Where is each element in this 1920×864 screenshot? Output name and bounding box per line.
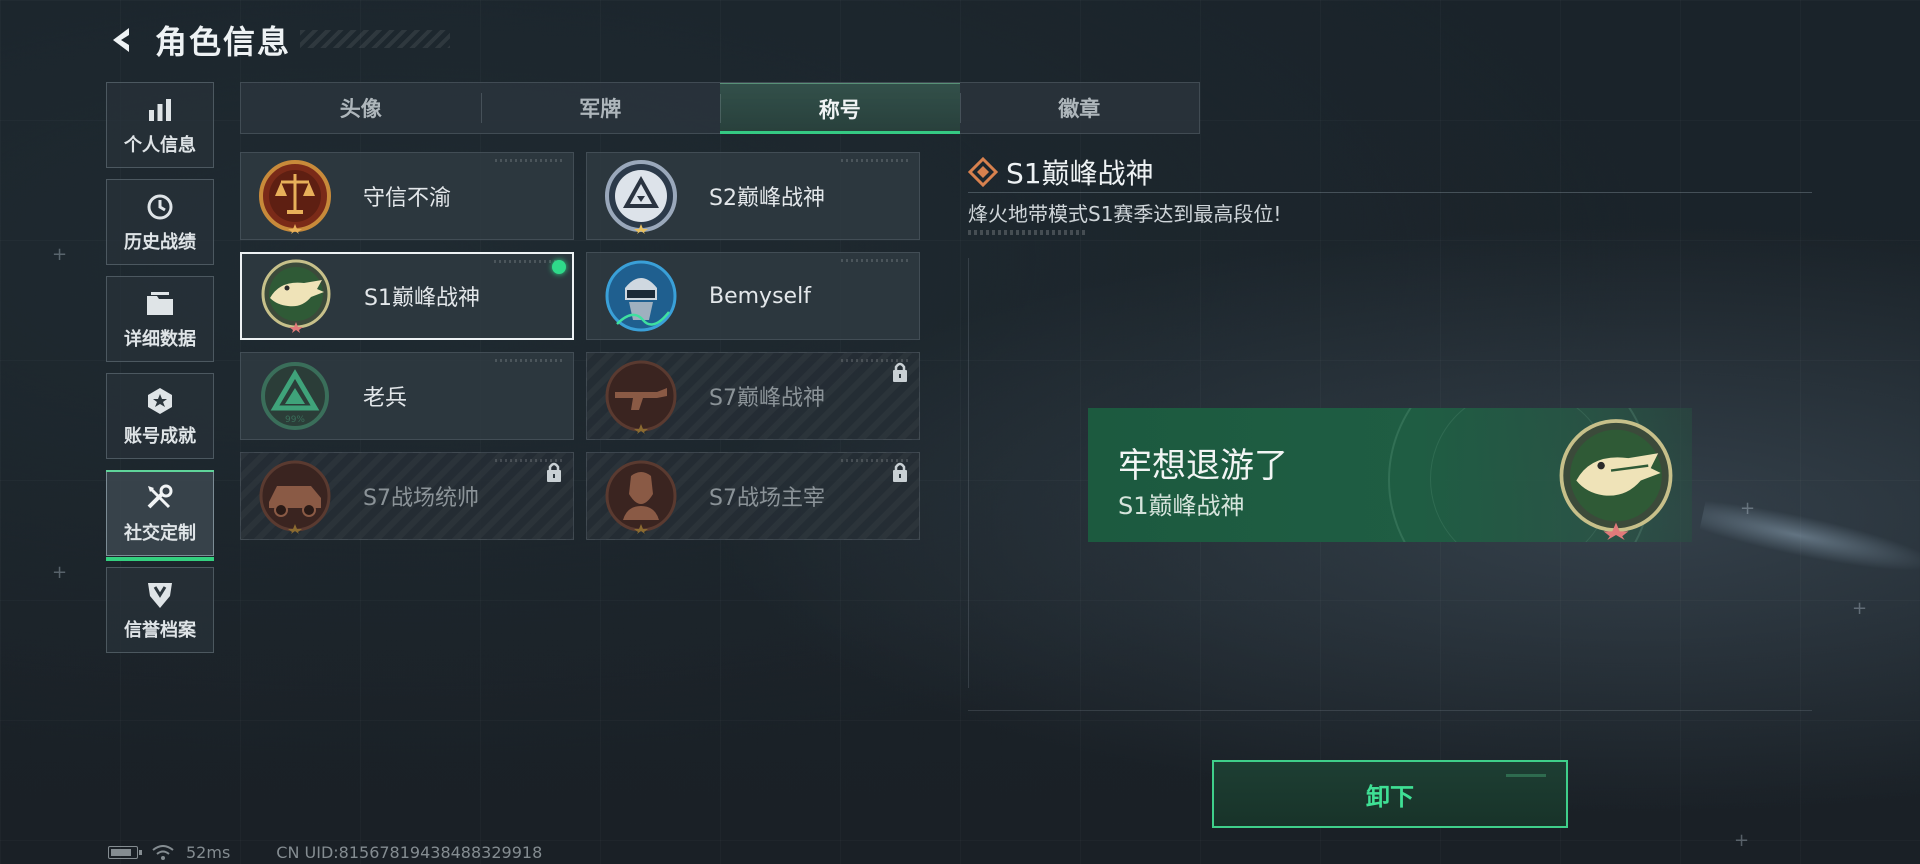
- status-bar: 52ms CN UID:8156781943848832991​8: [108, 843, 542, 862]
- page-header: 角色信息: [105, 18, 291, 62]
- title-card[interactable]: S7战场统帅: [240, 452, 574, 540]
- scales-emblem: [257, 158, 333, 234]
- sidebar-item-label: 个人信息: [124, 135, 196, 156]
- crocodile-emblem: [1559, 419, 1673, 540]
- title-card-label: S1巅峰战神: [364, 286, 480, 311]
- title-card-label: 老兵: [363, 386, 408, 411]
- detail-decoration: [968, 230, 1088, 235]
- card-decoration: [841, 259, 911, 262]
- button-decoration: [1506, 774, 1546, 777]
- card-decoration: [841, 159, 911, 162]
- decor-plus: +: [1734, 830, 1750, 851]
- lock-icon: [891, 361, 909, 383]
- lock-icon: [545, 461, 563, 483]
- sidebar-item[interactable]: 个人信息: [106, 82, 214, 168]
- sidebar-item-label: 社交定制: [124, 523, 196, 544]
- clock-icon: [143, 190, 177, 224]
- sidebar-item-label: 历史战绩: [124, 232, 196, 253]
- sidebar-item[interactable]: 详细数据: [106, 276, 214, 362]
- title-grid: 守信不渝 S2巅峰战神 S1巅峰战神 Bemyself 99% 老兵 S7巅峰战神 S7战场统…: [240, 152, 924, 540]
- title-card[interactable]: Bemyself: [586, 252, 920, 340]
- emblem-percent: 99%: [285, 415, 305, 425]
- decor-plus: +: [1740, 498, 1756, 519]
- category-tabs: 头像 军牌 称号 徽章: [240, 82, 1200, 134]
- sidebar-item[interactable]: 信誉档案: [106, 567, 214, 653]
- soldier-emblem: [603, 258, 679, 334]
- decor-plus: +: [52, 562, 68, 583]
- crocodile-emblem: [258, 258, 334, 334]
- frame-line: [968, 258, 969, 688]
- title-card-label: 守信不渝: [363, 186, 452, 211]
- card-decoration: [495, 159, 565, 162]
- title-decoration: [300, 30, 450, 48]
- title-card[interactable]: 99% 老兵: [240, 352, 574, 440]
- title-card-label: Bemyself: [709, 283, 811, 309]
- title-preview-banner: 牢想退游了 S1巅峰战神: [1088, 408, 1692, 542]
- sidebar-item[interactable]: 历史战绩: [106, 179, 214, 265]
- shield-icon: [143, 578, 177, 612]
- divider: [968, 192, 1812, 193]
- detail-header: S1巅峰战神: [968, 152, 1154, 192]
- bar-chart-icon: [143, 93, 177, 127]
- ping-value: 52ms: [186, 843, 231, 862]
- sidebar: 个人信息历史战绩详细数据账号成就社交定制信誉档案: [106, 82, 216, 664]
- title-card-label: S7战场主宰: [709, 486, 825, 511]
- frame-line: [968, 710, 1812, 711]
- sidebar-item-label: 账号成就: [124, 426, 196, 447]
- triangle-emblem: [603, 158, 679, 234]
- card-decoration: [495, 359, 565, 362]
- tools-icon: [143, 481, 177, 515]
- veteran-emblem: 99%: [257, 358, 333, 434]
- title-card[interactable]: S2巅峰战神: [586, 152, 920, 240]
- folder-icon: [143, 287, 177, 321]
- tab[interactable]: 称号: [720, 83, 960, 134]
- lock-icon: [891, 461, 909, 483]
- detail-title: S1巅峰战神: [1006, 157, 1154, 190]
- decor-plus: +: [1852, 598, 1868, 619]
- page-title: 角色信息: [155, 23, 292, 61]
- tab[interactable]: 军牌: [480, 83, 721, 133]
- title-card-label: S7巅峰战神: [709, 386, 825, 411]
- sidebar-item[interactable]: 社交定制: [106, 470, 214, 561]
- unequip-button[interactable]: 卸下: [1212, 760, 1568, 828]
- title-card[interactable]: S7战场主宰: [586, 452, 920, 540]
- vehicle-emblem: [257, 458, 333, 534]
- diamond-icon: [968, 157, 998, 187]
- title-card-label: S2巅峰战神: [709, 186, 825, 211]
- rifle-emblem: [603, 358, 679, 434]
- preview-title: S1巅峰战神: [1118, 492, 1245, 520]
- title-card-label: S7战场统帅: [363, 486, 479, 511]
- operator-emblem: [603, 458, 679, 534]
- title-card[interactable]: S7巅峰战神: [586, 352, 920, 440]
- tab[interactable]: 头像: [241, 83, 481, 133]
- title-card[interactable]: S1巅峰战神: [240, 252, 574, 340]
- equipped-indicator: [552, 260, 566, 274]
- back-arrow-icon[interactable]: [105, 22, 141, 58]
- battery-icon: [108, 846, 142, 859]
- title-card[interactable]: 守信不渝: [240, 152, 574, 240]
- wifi-icon: [152, 844, 174, 860]
- background-lightning: [1698, 495, 1920, 585]
- decor-plus: +: [52, 244, 68, 265]
- sidebar-item[interactable]: 账号成就: [106, 373, 214, 459]
- preview-player-name: 牢想退游了: [1118, 446, 1288, 486]
- tab[interactable]: 徽章: [959, 83, 1200, 133]
- sidebar-item-label: 信誉档案: [124, 620, 196, 641]
- unequip-button-label: 卸下: [1366, 782, 1414, 811]
- detail-description: 烽火地带模式S1赛季达到最高段位!: [968, 202, 1282, 226]
- uid-text: CN UID:8156781943848832991​8: [276, 843, 543, 862]
- sidebar-item-label: 详细数据: [124, 329, 196, 350]
- badge-icon: [143, 384, 177, 418]
